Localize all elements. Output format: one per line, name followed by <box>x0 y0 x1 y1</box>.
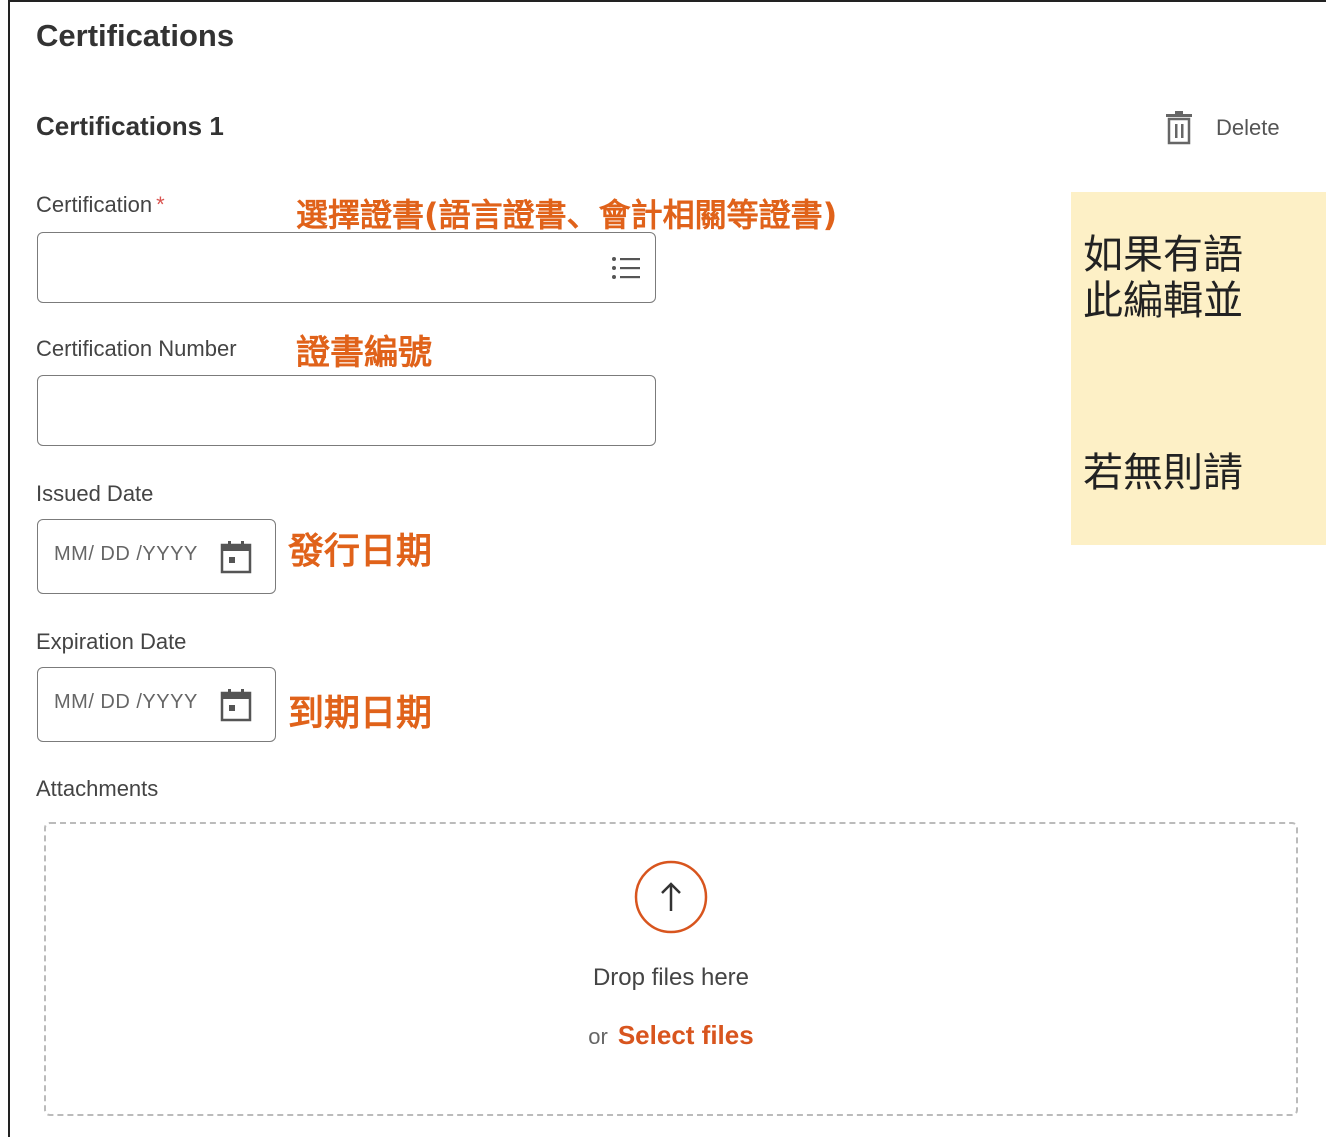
upload-arrow-icon[interactable] <box>634 860 708 934</box>
certification-label: Certification * <box>36 192 165 218</box>
issued-date-placeholder: MM/ DD /YYYY <box>54 543 198 565</box>
delete-button[interactable]: Delete <box>1164 110 1280 146</box>
section-title: Certifications <box>36 18 235 53</box>
calendar-icon[interactable] <box>220 540 252 574</box>
expiration-date-input[interactable]: MM/ DD /YYYY <box>37 667 276 742</box>
certification-number-annotation: 證書編號 <box>296 333 432 373</box>
expiration-date-placeholder: MM/ DD /YYYY <box>54 691 198 713</box>
trash-icon <box>1166 111 1192 145</box>
note-line-2: 此編輯並 <box>1083 278 1243 324</box>
certification-number-input[interactable] <box>37 375 656 446</box>
certification-label-text: Certification <box>36 192 153 217</box>
select-files-link[interactable]: Select files <box>618 1020 754 1050</box>
issued-date-input[interactable]: MM/ DD /YYYY <box>37 519 276 594</box>
certification-number-label: Certification Number <box>36 336 237 361</box>
issued-date-label: Issued Date <box>36 481 154 506</box>
instruction-note: 如果有語 此編輯並 若無則請 <box>1071 192 1326 545</box>
attachments-label: Attachments <box>36 776 159 801</box>
list-icon[interactable] <box>611 255 641 281</box>
select-files-row: or Select files <box>46 1020 1296 1051</box>
subsection-title: Certifications 1 <box>36 111 224 141</box>
drop-files-text: Drop files here <box>592 964 750 991</box>
issued-date-annotation: 發行日期 <box>288 531 433 572</box>
required-mark: * <box>156 192 165 217</box>
file-drop-zone[interactable]: Drop files here or Select files <box>44 822 1298 1116</box>
note-line-3: 若無則請 <box>1083 450 1243 496</box>
calendar-icon[interactable] <box>220 688 252 722</box>
delete-label: Delete <box>1216 115 1280 140</box>
expiration-date-label: Expiration Date <box>36 629 187 654</box>
expiration-date-annotation: 到期日期 <box>288 693 433 734</box>
certification-prompt-input[interactable] <box>37 232 656 303</box>
or-text: or <box>588 1024 608 1049</box>
certification-annotation: 選擇證書(語言證書、會計相關等證書) <box>296 196 838 234</box>
